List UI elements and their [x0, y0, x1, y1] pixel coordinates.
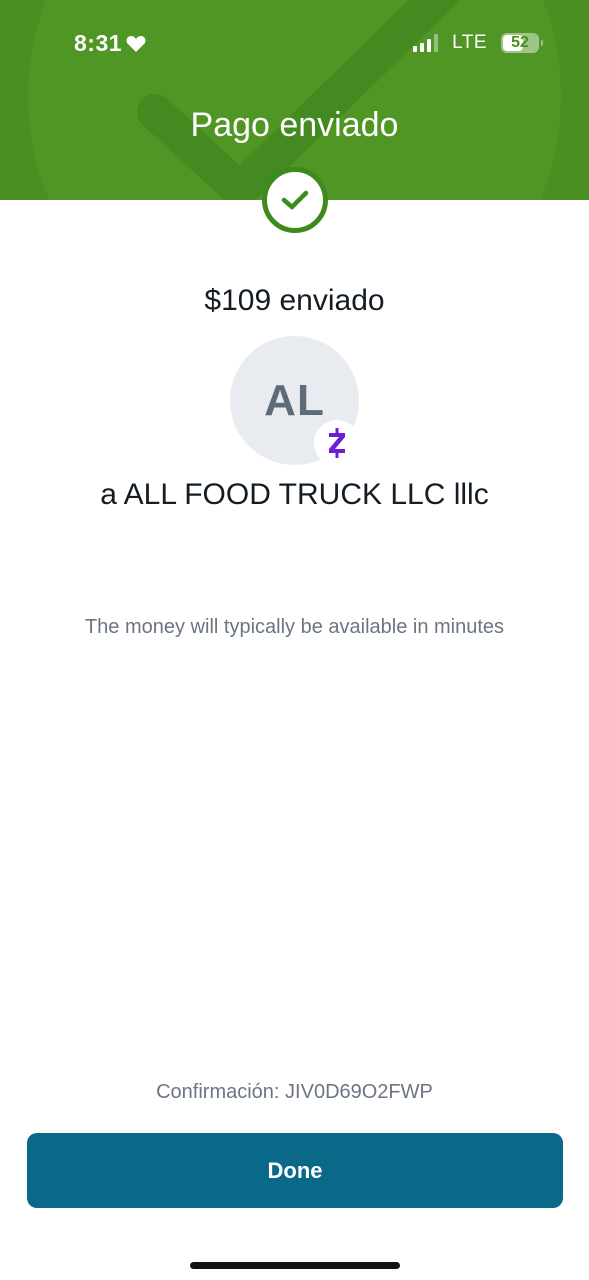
status-indicators: LTE 52 [413, 32, 543, 54]
cellular-signal-icon [413, 34, 439, 52]
availability-note: The money will typically be available in… [84, 616, 505, 638]
heart-icon [126, 35, 146, 52]
zelle-icon [329, 428, 345, 458]
avatar-initials: AL [264, 375, 325, 425]
status-time-text: 8:31 [74, 30, 123, 56]
done-button[interactable]: Done [27, 1133, 563, 1208]
status-bar: 8:31 LTE 52 [0, 0, 589, 88]
zelle-badge [314, 420, 360, 466]
status-time: 8:31 [74, 30, 146, 57]
page-title: Pago enviado [190, 106, 399, 144]
confirmation-number: Confirmación: JIV0D69O2FWP [156, 1081, 433, 1103]
recipient-name: a ALL FOOD TRUCK LLC lllc [100, 478, 489, 511]
network-type: LTE [452, 32, 487, 53]
battery-icon: 52 [501, 33, 543, 53]
checkmark-icon [281, 190, 309, 210]
home-indicator[interactable] [190, 1262, 400, 1269]
battery-level: 52 [511, 34, 529, 51]
amount-sent: $109 enviado [204, 284, 385, 317]
success-check-badge [262, 167, 328, 233]
